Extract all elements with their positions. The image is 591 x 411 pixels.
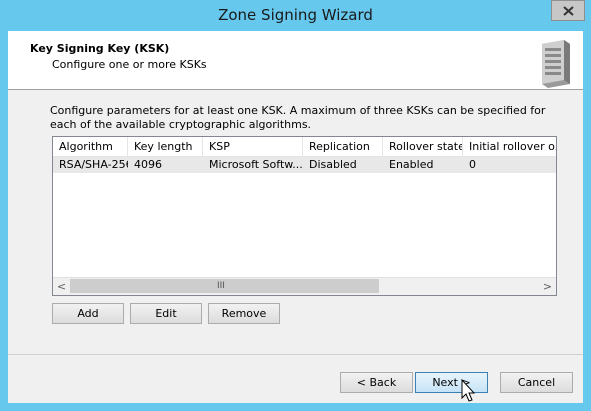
zone-signing-wizard-window: Zone Signing Wizard Key Signing Key (KSK… bbox=[0, 0, 591, 411]
close-icon bbox=[563, 6, 574, 16]
cell-algorithm: RSA/SHA-256 bbox=[59, 158, 128, 171]
ksk-list-header: Algorithm Key length KSP Replication Rol… bbox=[53, 137, 556, 157]
table-row[interactable]: RSA/SHA-256 4096 Microsoft Softw... Disa… bbox=[53, 157, 556, 173]
column-header-replication[interactable]: Replication bbox=[303, 137, 383, 156]
column-header-rollover-state[interactable]: Rollover state bbox=[383, 137, 463, 156]
mouse-pointer-icon bbox=[461, 379, 475, 402]
cell-initial-rollover: 0 bbox=[469, 158, 476, 171]
page-subtitle: Configure one or more KSKs bbox=[52, 58, 207, 71]
cancel-button[interactable]: Cancel bbox=[500, 372, 573, 393]
server-icon bbox=[542, 40, 570, 88]
column-header-initial-rollover[interactable]: Initial rollover o... bbox=[463, 137, 556, 156]
remove-button[interactable]: Remove bbox=[208, 303, 280, 324]
footer-divider bbox=[8, 354, 583, 355]
close-button[interactable] bbox=[551, 0, 585, 21]
column-header-algorithm[interactable]: Algorithm bbox=[53, 137, 128, 156]
horizontal-scrollbar[interactable]: < III > bbox=[53, 277, 556, 295]
cell-rollover-state: Enabled bbox=[389, 158, 434, 171]
edit-button[interactable]: Edit bbox=[130, 303, 202, 324]
wizard-client-area: Key Signing Key (KSK) Configure one or m… bbox=[8, 31, 583, 403]
back-button[interactable]: < Back bbox=[340, 372, 413, 393]
cell-replication: Disabled bbox=[309, 158, 357, 171]
next-button[interactable]: Next > bbox=[415, 372, 488, 393]
cell-key-length: 4096 bbox=[134, 158, 162, 171]
scroll-left-arrow[interactable]: < bbox=[53, 278, 70, 295]
scroll-thumb[interactable]: III bbox=[70, 279, 379, 293]
title-bar[interactable]: Zone Signing Wizard bbox=[0, 0, 591, 31]
add-button[interactable]: Add bbox=[52, 303, 124, 324]
cell-ksp: Microsoft Softw... bbox=[209, 158, 303, 171]
column-header-key-length[interactable]: Key length bbox=[128, 137, 203, 156]
wizard-header: Key Signing Key (KSK) Configure one or m… bbox=[8, 31, 583, 90]
scroll-grip-icon: III bbox=[217, 281, 225, 291]
instructions-text: Configure parameters for at least one KS… bbox=[50, 104, 546, 131]
page-title: Key Signing Key (KSK) bbox=[30, 42, 170, 55]
window-title: Zone Signing Wizard bbox=[218, 6, 373, 24]
scroll-right-arrow[interactable]: > bbox=[539, 278, 556, 295]
column-header-ksp[interactable]: KSP bbox=[203, 137, 303, 156]
ksk-list[interactable]: Algorithm Key length KSP Replication Rol… bbox=[52, 136, 557, 296]
